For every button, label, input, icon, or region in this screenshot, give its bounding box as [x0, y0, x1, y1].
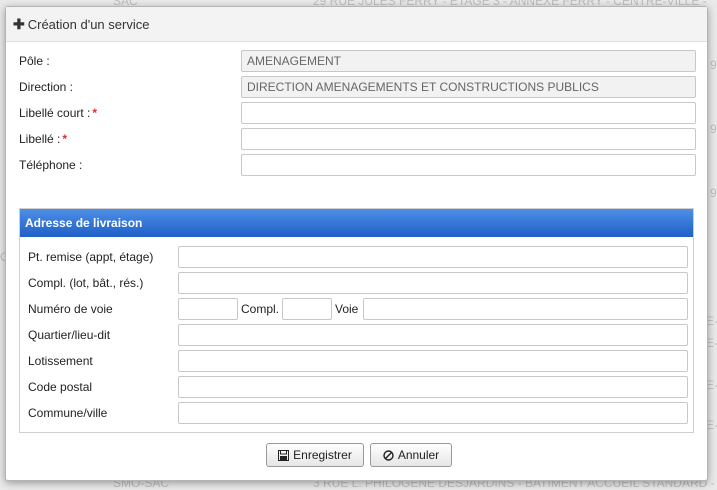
save-button-label: Enregistrer	[293, 448, 352, 462]
subdivision-label: Lotissement	[28, 354, 93, 368]
delivery-address-section: Adresse de livraison Pt. remise (appt, é…	[19, 208, 694, 433]
dialog-title: Création d'un service	[27, 16, 150, 32]
compl-label: Compl.	[241, 302, 280, 316]
phone-label: Téléphone :	[19, 158, 83, 172]
background-cell: 9	[710, 58, 717, 72]
street-number-input[interactable]	[178, 298, 238, 320]
subdivision-input[interactable]	[178, 350, 688, 372]
short-label-text: Libellé court :	[19, 106, 91, 120]
postal-code-label: Code postal	[28, 380, 93, 394]
background-cell: 9	[710, 122, 717, 136]
create-service-dialog: ✚ Création d'un service Pôle : AMENAGEME…	[5, 6, 708, 481]
pole-label: Pôle :	[19, 54, 50, 68]
required-asterisk: *	[62, 132, 68, 146]
postal-code-input[interactable]	[178, 376, 688, 398]
city-input[interactable]	[178, 402, 688, 424]
label-input[interactable]	[241, 128, 696, 150]
section-header: Adresse de livraison	[20, 209, 693, 237]
compl-input[interactable]	[282, 298, 332, 320]
district-label: Quartier/lieu-dit	[28, 328, 111, 342]
phone-input[interactable]	[241, 154, 696, 176]
district-input[interactable]	[178, 324, 688, 346]
pt-remise-input[interactable]	[178, 246, 688, 268]
required-asterisk: *	[92, 106, 98, 120]
dialog-header: ✚ Création d'un service	[6, 7, 707, 42]
street-input[interactable]	[363, 298, 688, 320]
floppy-disk-icon	[278, 449, 290, 461]
save-button[interactable]: Enregistrer	[266, 443, 364, 467]
label-text: Libellé :	[19, 132, 61, 146]
plus-icon: ✚	[13, 15, 25, 32]
pole-field: AMENAGEMENT	[241, 50, 696, 72]
street-label: Voie	[335, 302, 359, 316]
label-label: Libellé : *	[19, 132, 67, 146]
direction-label: Direction :	[19, 80, 74, 94]
short-label-input[interactable]	[241, 102, 696, 124]
cancel-button[interactable]: Annuler	[370, 443, 452, 467]
background-cell: 9	[710, 186, 717, 200]
street-number-label: Numéro de voie	[28, 302, 113, 316]
direction-field: DIRECTION AMENAGEMENTS ET CONSTRUCTIONS …	[241, 76, 696, 98]
pt-remise-label: Pt. remise (appt, étage)	[28, 250, 154, 264]
short-label-label: Libellé court : *	[19, 106, 97, 120]
compl-lot-input[interactable]	[178, 272, 688, 294]
cancel-button-label: Annuler	[397, 448, 440, 462]
ban-icon	[383, 449, 394, 461]
city-label: Commune/ville	[28, 406, 108, 420]
compl-lot-label: Compl. (lot, bât., rés.)	[28, 276, 144, 290]
